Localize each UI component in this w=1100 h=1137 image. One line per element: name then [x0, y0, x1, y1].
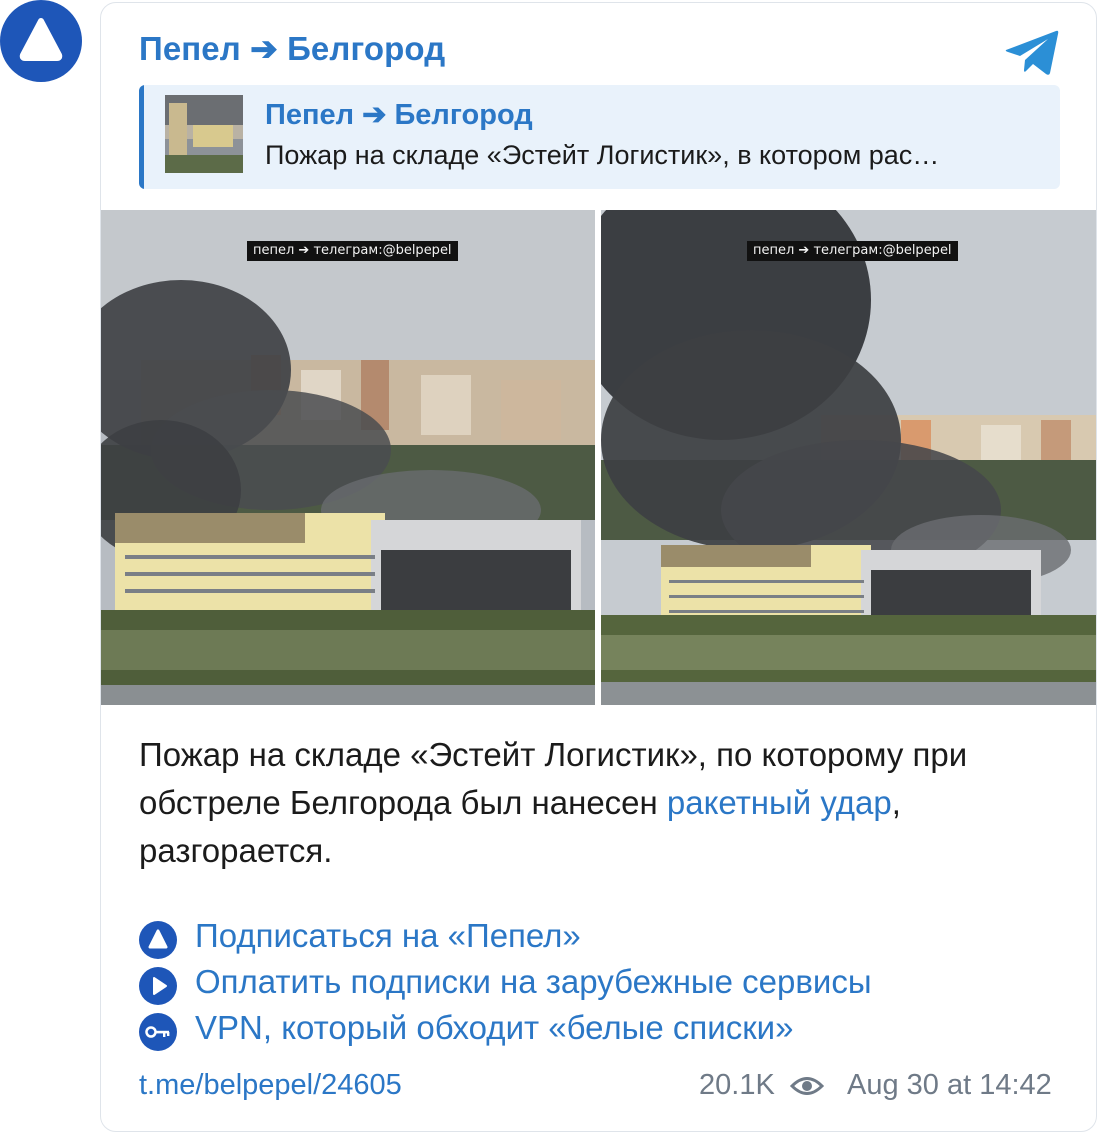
photo-left[interactable] — [101, 210, 595, 705]
channel-avatar[interactable] — [0, 0, 82, 82]
post-card: Пепел ➔ Белгород Пепел ➔ Белгород Пожар … — [100, 2, 1097, 1132]
promo-link-label: VPN, который обходит «белые списки» — [195, 1009, 794, 1046]
telegram-icon[interactable] — [1004, 29, 1060, 82]
key-icon — [139, 1013, 177, 1051]
post-inline-link[interactable]: ракетный удар — [667, 784, 892, 821]
reply-accent-bar — [139, 85, 144, 189]
reply-thumbnail — [165, 95, 243, 173]
photo-right[interactable] — [601, 210, 1096, 705]
reply-title: Пепел ➔ Белгород — [265, 99, 533, 131]
post-date: Aug 30 at 14:42 — [847, 1069, 1052, 1101]
views-count: 20.1K — [699, 1069, 775, 1101]
channel-title[interactable]: Пепел ➔ Белгород — [139, 29, 445, 68]
post-text: Пожар на складе «Эстейт Логистик», по ко… — [139, 731, 1059, 875]
watermark-right: пепел ➔ телеграм:@belpepel — [747, 241, 958, 261]
triangle-logo-icon — [139, 921, 177, 959]
promo-link-label: Подписаться на «Пепел» — [195, 917, 581, 954]
reply-preview[interactable]: Пепел ➔ Белгород Пожар на складе «Эстейт… — [139, 85, 1060, 189]
eye-icon — [789, 1075, 825, 1102]
promo-link-label: Оплатить подписки на зарубежные сервисы — [195, 963, 872, 1000]
triangle-logo-icon — [19, 18, 63, 61]
post-permalink[interactable]: t.me/belpepel/24605 — [139, 1069, 402, 1102]
play-icon — [139, 967, 177, 1005]
watermark-left: пепел ➔ телеграм:@belpepel — [247, 241, 458, 261]
reply-text: Пожар на складе «Эстейт Логистик», в кот… — [265, 140, 940, 170]
